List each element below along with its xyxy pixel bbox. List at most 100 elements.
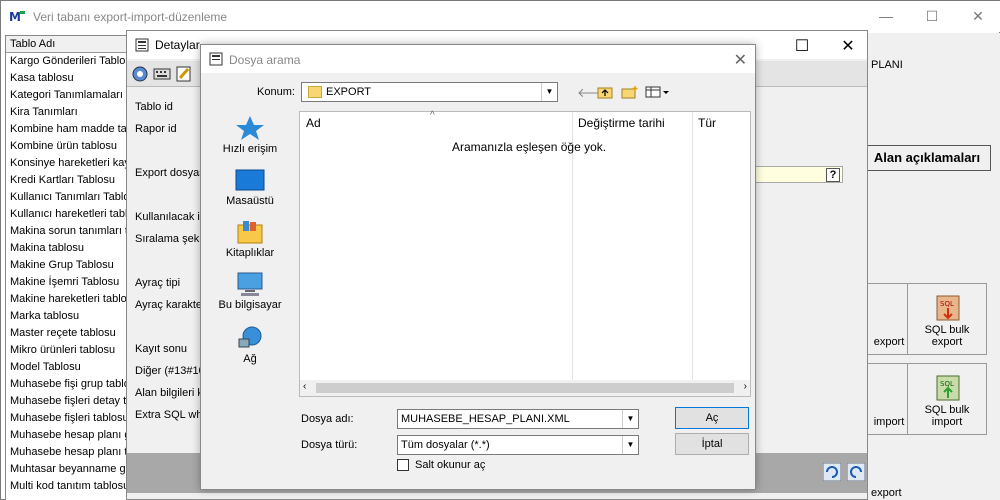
table-row[interactable]: Muhasebe hesap planı tablosu [6,444,126,461]
minimize-button[interactable]: — [863,1,909,32]
filename-value: MUHASEBE_HESAP_PLANI.XML [401,413,570,425]
column-separator [692,112,693,382]
maximize-button[interactable]: ☐ [909,1,955,32]
table-row[interactable]: Konsinye hareketleri kayıtları [6,155,126,172]
detail-window-icon [135,38,149,52]
file-dialog-titlebar: Dosya arama ✕ [201,45,755,73]
help-icon[interactable] [131,65,149,83]
column-type[interactable]: Tür [698,116,716,130]
empty-message: Aramanızla eşleşen öğe yok. [452,140,607,154]
export-path-field[interactable]: ? [747,166,843,183]
file-dialog-title: Dosya arama [229,53,301,67]
table-row[interactable]: Mikro ürünleri tablosu [6,342,126,359]
up-folder-icon[interactable] [597,85,613,99]
table-list[interactable]: Tablo Adı Kargo Gönderileri Tablosu Kasa … [5,35,127,500]
table-row[interactable]: Kombine ham madde tablosu [6,121,126,138]
chevron-down-icon[interactable]: ▼ [622,410,638,428]
cancel-button[interactable]: İptal [675,433,749,455]
detail-field-label: Ayraç karakteri [135,299,209,311]
scrollbar-thumb[interactable] [316,383,734,393]
table-row[interactable]: Makina sorun tanımları tablosu [6,223,126,240]
readonly-checkbox[interactable]: Salt okunur aç [397,459,486,472]
table-row[interactable]: Kasa tablosu [6,70,126,87]
sql-export-icon: SQL [936,295,960,321]
place-this-pc[interactable]: Bu bilgisayar [211,271,289,311]
checkbox-box[interactable] [397,459,409,472]
filetype-dropdown[interactable]: Tüm dosyalar (*.*) ▼ [397,435,639,455]
table-row[interactable]: Kullanıcı hareketleri tablosu [6,206,126,223]
table-row[interactable]: Model Tablosu [6,359,126,376]
readonly-label: Salt okunur aç [415,459,486,471]
table-row[interactable]: Muhasebe fişleri detay tablosu [6,393,126,410]
table-row[interactable]: Muhasebe fişleri tablosu [6,410,126,427]
table-row[interactable]: Kargo Gönderileri Tablosu [6,53,126,70]
table-row[interactable]: Multi kod tanıtım tablosu [6,478,126,495]
table-row[interactable]: Makine Grup Tablosu [6,257,126,274]
file-open-dialog: Dosya arama ✕ Konum: EXPORT ▼ 🡐 Hızlı er… [200,44,756,490]
table-row[interactable]: Kira Tanımları [6,104,126,121]
edit-icon[interactable] [175,65,193,83]
refresh-icon[interactable] [823,463,841,481]
table-row[interactable]: Kredi Kartları Tablosu [6,172,126,189]
libraries-icon [237,221,263,244]
column-name[interactable]: Ad [306,116,321,130]
detail-maximize-button[interactable]: ☐ [779,31,825,62]
scroll-left-icon[interactable]: ‹ [303,381,306,392]
chevron-down-icon[interactable]: ▼ [541,83,557,101]
table-row[interactable]: Makina tablosu [6,240,126,257]
browse-question-button[interactable]: ? [826,168,840,182]
place-libraries[interactable]: Kitaplıklar [211,219,289,259]
new-folder-icon[interactable] [621,85,639,99]
undo-icon[interactable] [847,463,865,481]
table-row[interactable]: Muhasebe fişi grup tablosu [6,376,126,393]
horizontal-scrollbar[interactable]: ‹ › [300,380,750,396]
right-panel-label: PLANI [871,59,903,71]
sql-bulk-export-label: SQL bulk export [924,324,970,348]
export-label-bottom: export [871,487,902,499]
filename-input[interactable]: MUHASEBE_HESAP_PLANI.XML ▼ [397,409,639,429]
file-dialog-close-button[interactable]: ✕ [734,50,747,70]
table-row[interactable]: Makine hareketleri tablosu [6,291,126,308]
table-row[interactable]: Marka tablosu [6,308,126,325]
column-modified[interactable]: Değiştirme tarihi [578,116,665,130]
desktop-icon [235,169,265,191]
sql-bulk-export-button[interactable]: SQL SQL bulk export [907,283,987,355]
view-menu-icon[interactable] [645,85,671,99]
field-descriptions-button[interactable]: Alan açıklamaları [863,145,991,171]
filetype-value: Tüm dosyalar (*.*) [401,439,490,451]
file-dialog-icon [209,52,223,66]
table-row[interactable]: Kategori Tanımlamaları Tablosu [6,87,126,104]
sort-caret-icon: ^ [430,110,435,121]
file-list[interactable]: Ad ^ Değiştirme tarihi Tür Aramanızla eş… [299,110,751,397]
place-network[interactable]: Ağ [211,325,289,365]
sql-bulk-import-label: SQL bulk import [924,404,970,428]
place-label: Kitaplıklar [225,247,275,259]
table-header-name[interactable]: Tablo Adı [6,36,126,53]
place-quick-access[interactable]: Hızlı erişim [211,115,289,155]
table-row[interactable]: Muhtasar beyanname grubu [6,461,126,478]
table-row[interactable]: Muhasebe hesap planı grup [6,427,126,444]
location-dropdown[interactable]: EXPORT ▼ [301,82,558,102]
table-row[interactable]: Kullanıcı Tanımları Tablosu [6,189,126,206]
place-desktop[interactable]: Masaüstü [211,167,289,207]
close-button[interactable]: ✕ [955,1,1000,32]
detail-close-button[interactable]: ✕ [825,31,871,62]
detail-field-label: Rapor id [135,123,177,135]
table-row[interactable]: Makine İşemri Tablosu [6,274,126,291]
sql-bulk-import-button[interactable]: SQL SQL bulk import [907,363,987,435]
table-row[interactable]: Master reçete tablosu [6,325,126,342]
svg-text:M: M [9,10,21,23]
table-rows: Kargo Gönderileri Tablosu Kasa tablosu Kat… [6,53,126,495]
place-label: Bu bilgisayar [218,299,282,311]
filetype-label: Dosya türü: [301,439,358,451]
svg-text:SQL: SQL [940,300,954,308]
chevron-down-icon[interactable]: ▼ [622,436,638,454]
scroll-right-icon[interactable]: › [744,381,747,392]
open-button[interactable]: Aç [675,407,749,429]
detail-field-label: Tablo id [135,101,173,113]
detail-field-label: Ayraç tipi [135,277,181,289]
location-label: Konum: [257,86,295,98]
keyboard-icon[interactable] [153,65,171,83]
detail-field-label: Kayıt sonu [135,343,187,355]
table-row[interactable]: Kombine ürün tablosu [6,138,126,155]
